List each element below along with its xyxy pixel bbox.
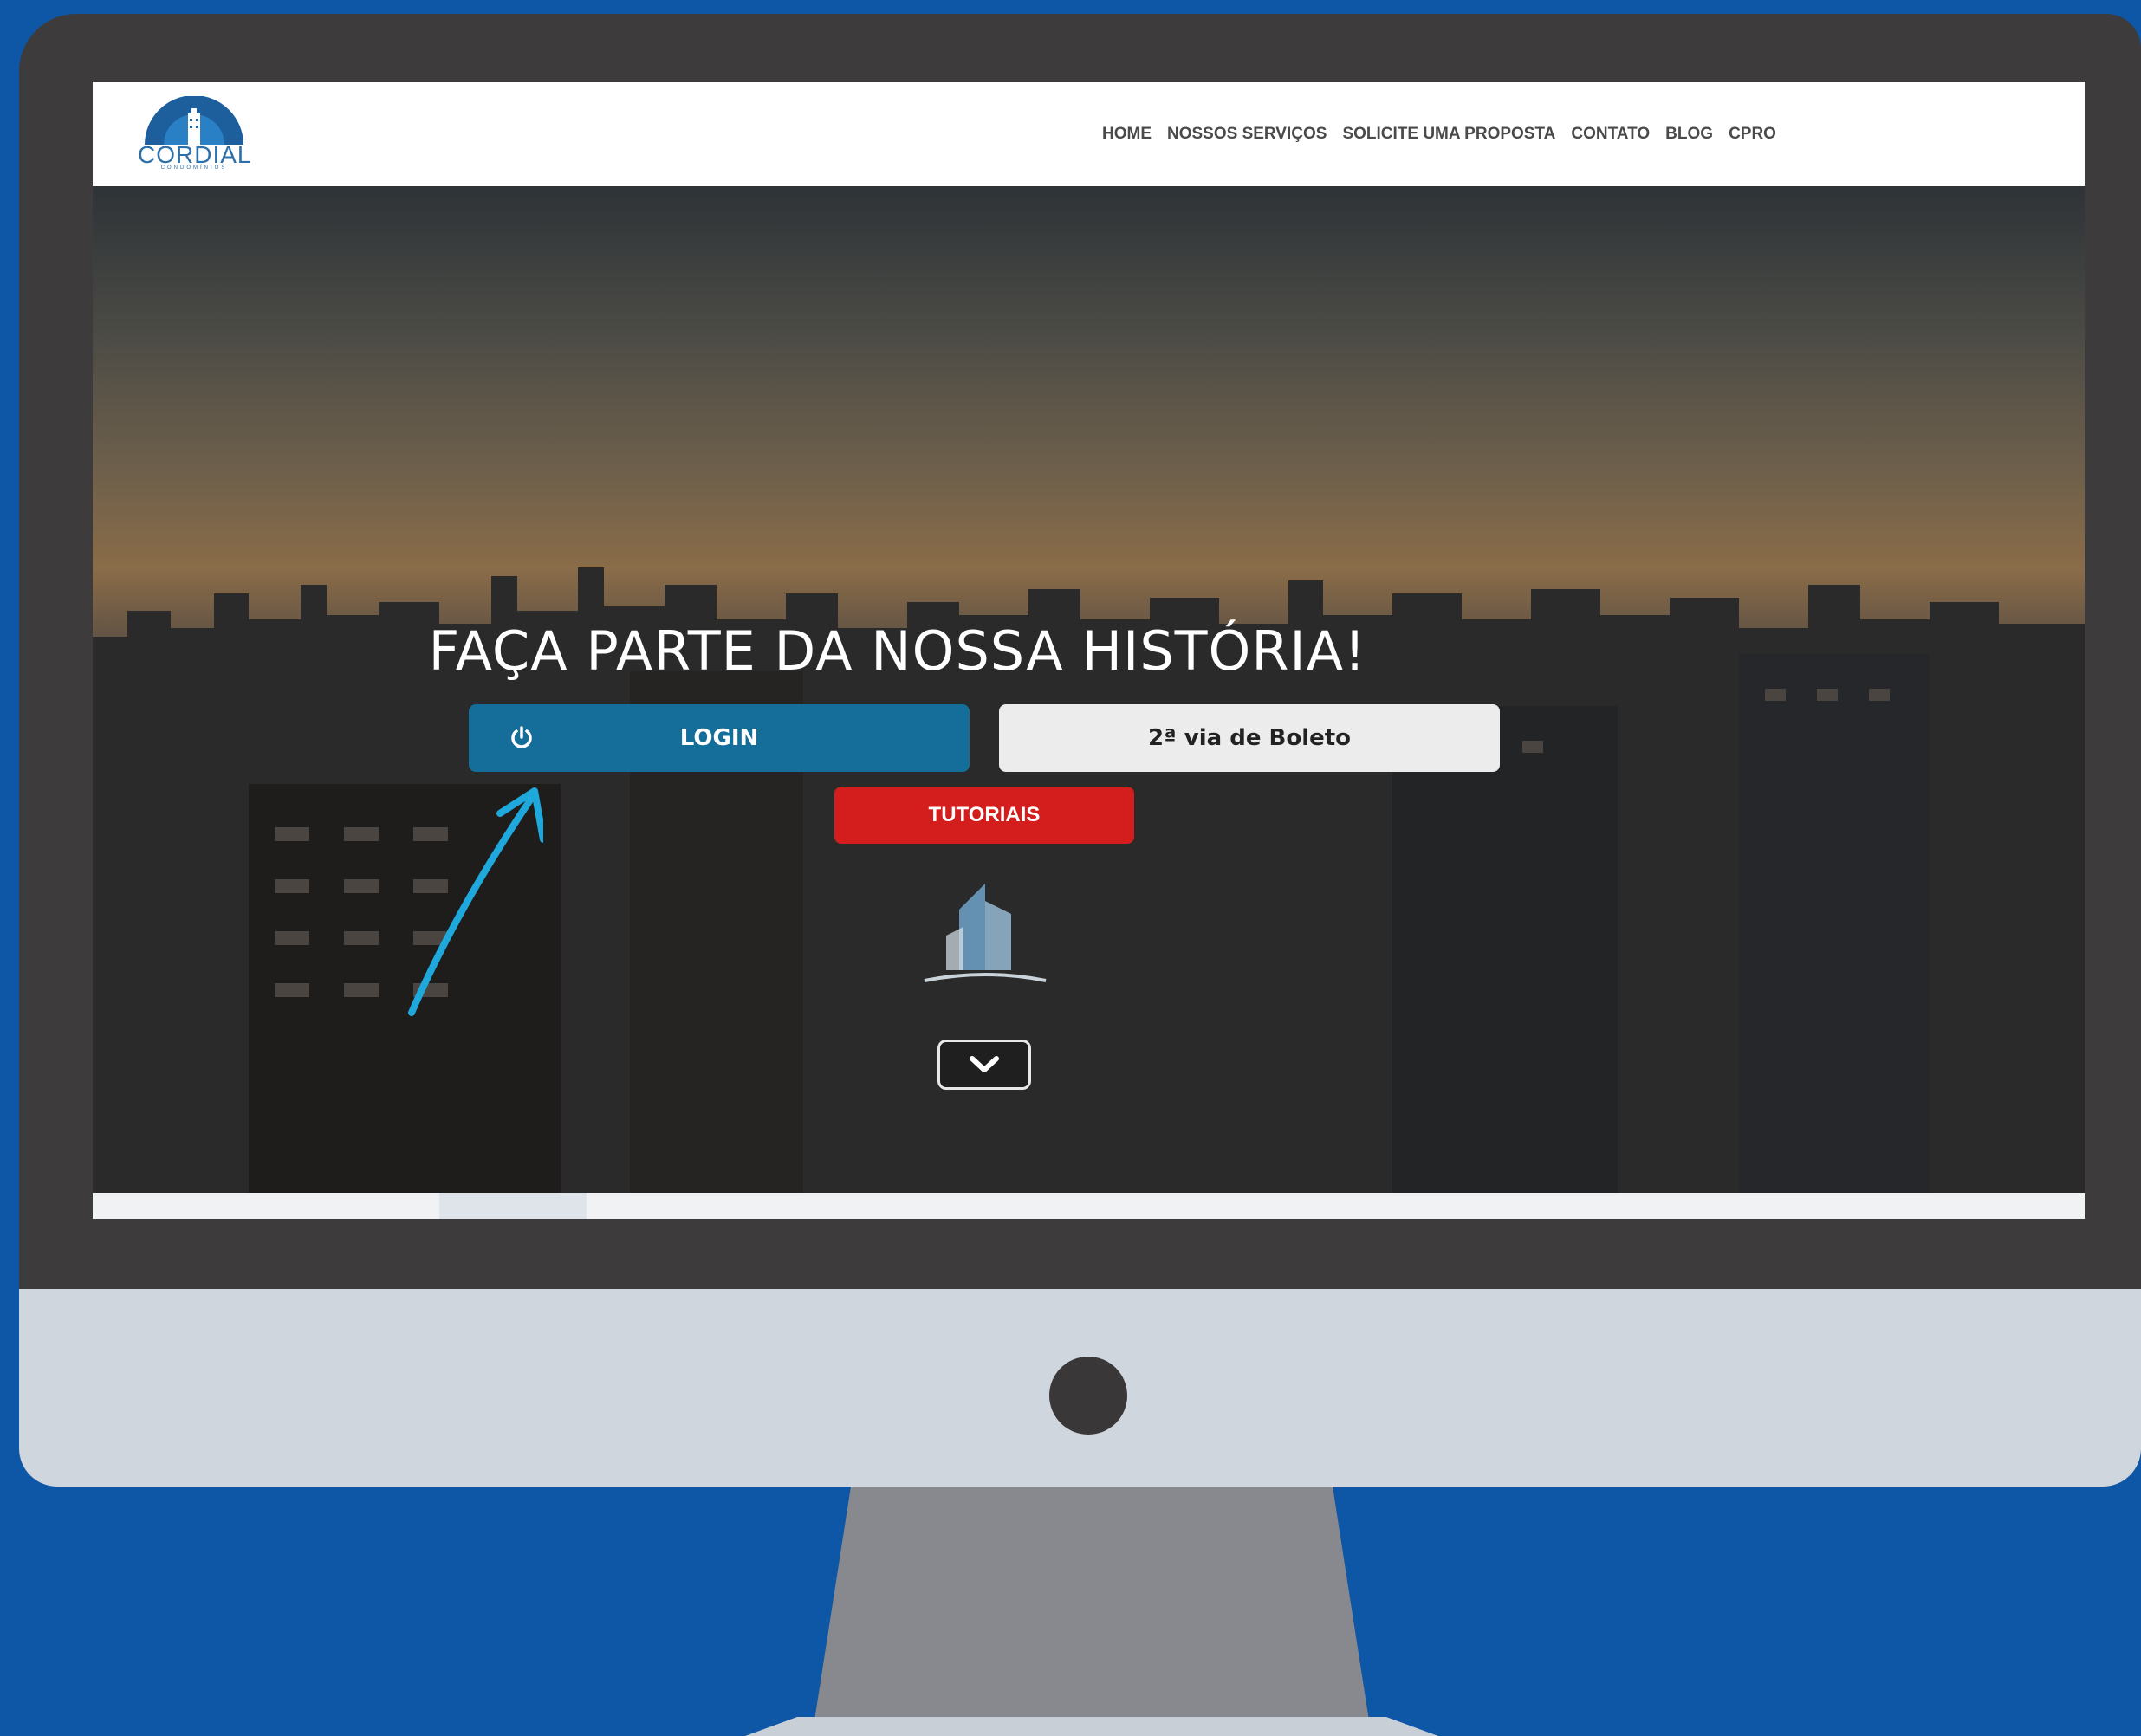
nav-item-cpro[interactable]: CPRO bbox=[1729, 125, 1776, 144]
power-icon bbox=[511, 726, 532, 748]
hero-section: FAÇA PARTE DA NOSSA HISTÓRIA! LOGIN 2ª v… bbox=[93, 186, 2085, 1193]
nav-item-blog[interactable]: BLOG bbox=[1665, 125, 1713, 144]
below-fold-segment bbox=[439, 1193, 587, 1219]
boleto-label: 2ª via de Boleto bbox=[1147, 725, 1352, 751]
nav-item-servicos[interactable]: NOSSOS SERVIÇOS bbox=[1167, 125, 1327, 144]
below-fold-strip bbox=[93, 1193, 2085, 1219]
nav-menu: HOME NOSSOS SERVIÇOS SOLICITE UMA PROPOS… bbox=[1102, 82, 1776, 186]
boleto-button[interactable]: 2ª via de Boleto bbox=[999, 704, 1500, 772]
cordial-logo[interactable]: CORDIAL CONDOMÍNIOS bbox=[138, 95, 250, 171]
arrow-icon bbox=[408, 787, 543, 1016]
nav-item-proposta[interactable]: SOLICITE UMA PROPOSTA bbox=[1342, 125, 1555, 144]
website-screen: CORDIAL CONDOMÍNIOS HOME NOSSOS SERVIÇOS… bbox=[93, 82, 2085, 1219]
login-label: LOGIN bbox=[679, 725, 759, 751]
building-emblem-icon bbox=[924, 884, 1047, 982]
top-navbar: CORDIAL CONDOMÍNIOS HOME NOSSOS SERVIÇOS… bbox=[93, 82, 2085, 186]
logo-subtitle: CONDOMÍNIOS bbox=[160, 165, 228, 171]
tutoriais-button[interactable]: TUTORIAIS bbox=[834, 787, 1134, 844]
logo-arch-icon bbox=[145, 95, 243, 145]
hero-title: FAÇA PARTE DA NOSSA HISTÓRIA! bbox=[428, 619, 1366, 683]
tutoriais-label: TUTORIAIS bbox=[928, 803, 1041, 826]
monitor-stand-base bbox=[745, 1717, 1438, 1736]
login-button[interactable]: LOGIN bbox=[469, 704, 970, 772]
chevron-down-icon bbox=[970, 1056, 999, 1072]
nav-item-home[interactable]: HOME bbox=[1102, 125, 1152, 144]
monitor-logo-dot bbox=[1049, 1357, 1127, 1435]
nav-item-contato[interactable]: CONTATO bbox=[1571, 125, 1650, 144]
scroll-down-button[interactable] bbox=[937, 1040, 1031, 1090]
monitor-stand bbox=[814, 1487, 1369, 1720]
